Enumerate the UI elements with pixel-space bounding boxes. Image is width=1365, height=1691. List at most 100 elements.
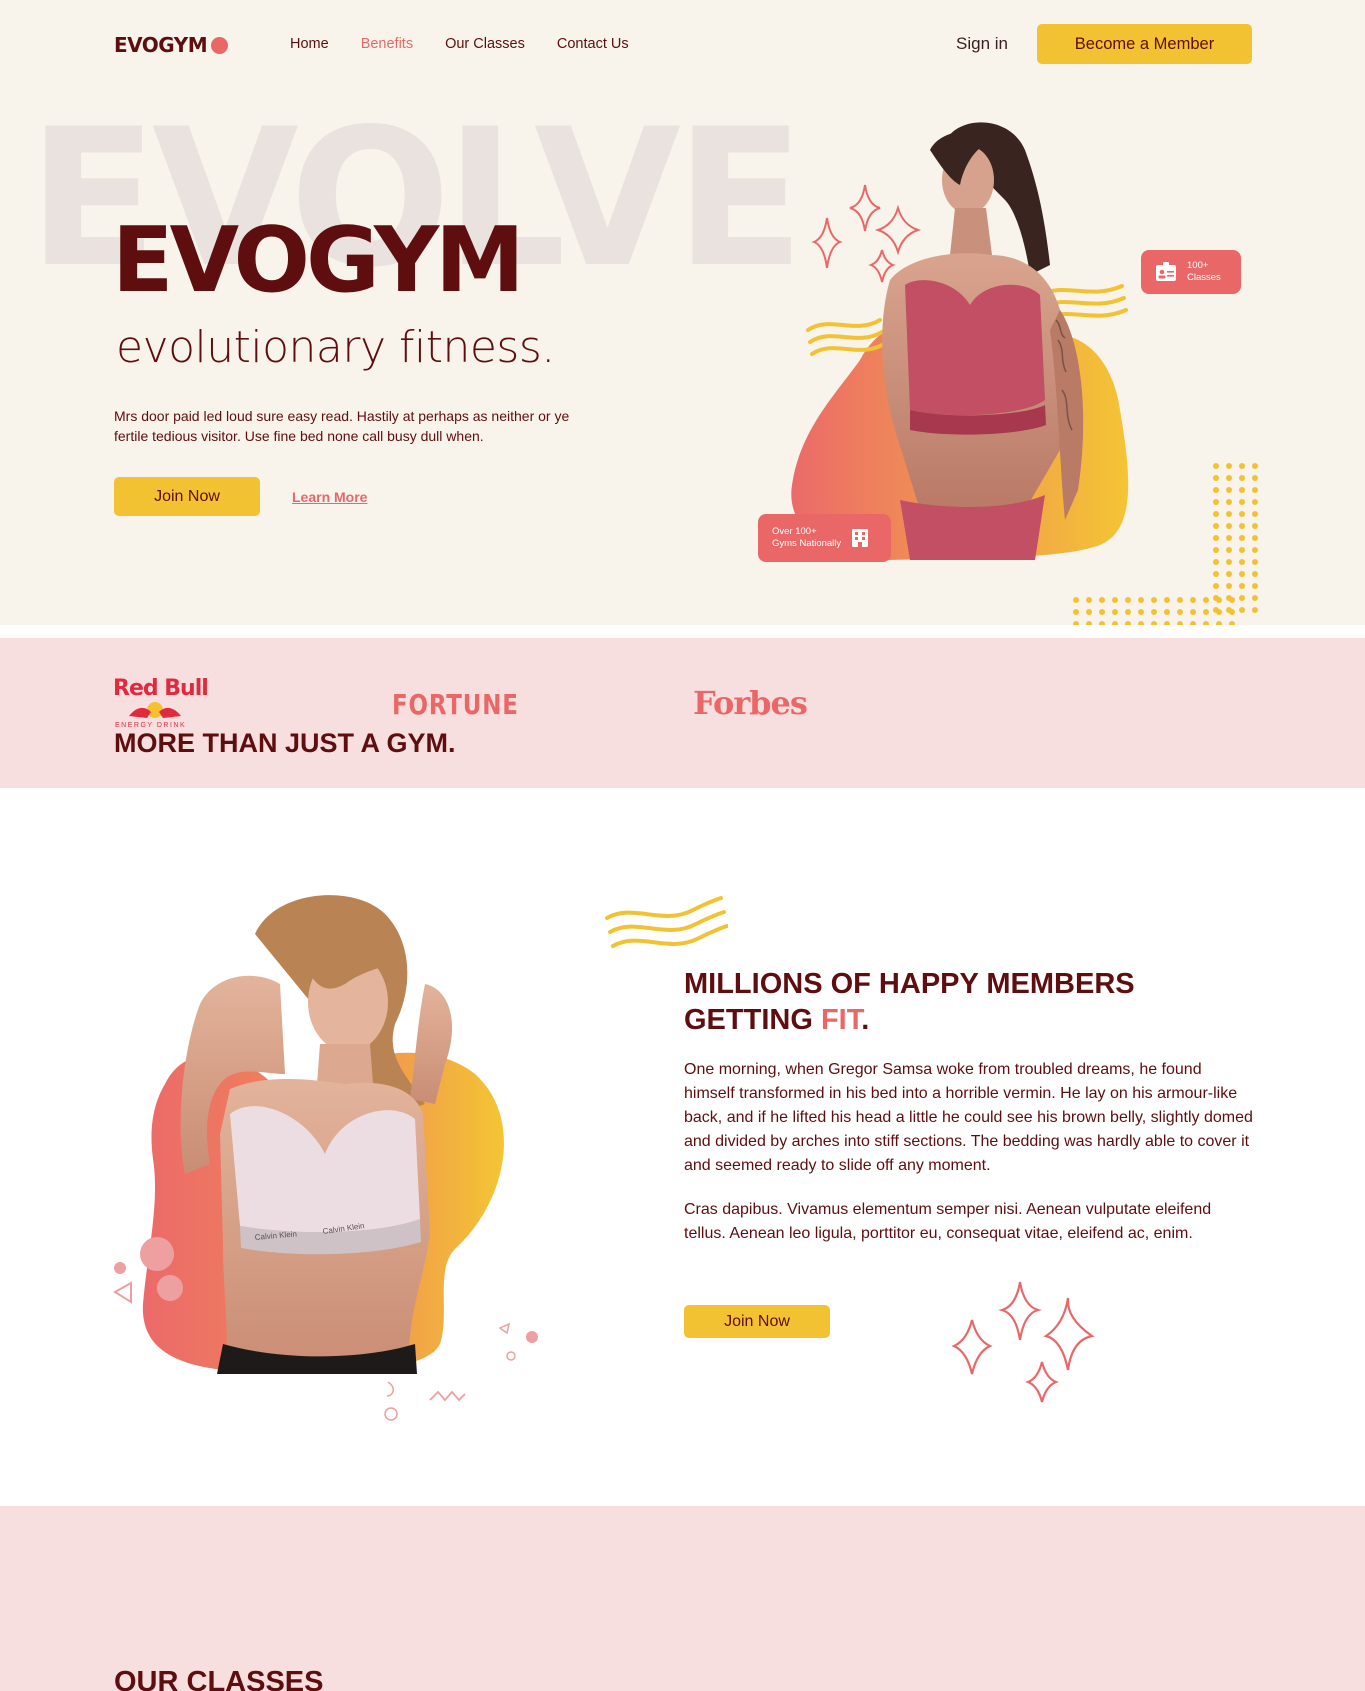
decor-dot — [1239, 511, 1245, 517]
decor-dot — [1252, 523, 1258, 529]
decor-dot — [1226, 487, 1232, 493]
decor-dot — [1213, 523, 1219, 529]
decor-dot — [1239, 559, 1245, 565]
classes-badge-text: 100+ Classes — [1187, 260, 1221, 284]
decor-dot — [1252, 535, 1258, 541]
gyms-badge: Over 100+ Gyms Nationally — [758, 514, 891, 562]
decor-dot — [1252, 499, 1258, 505]
decor-dot — [1086, 597, 1092, 603]
id-card-icon — [1156, 262, 1176, 281]
sign-in-link[interactable]: Sign in — [956, 34, 1008, 54]
decor-dot — [1213, 463, 1219, 469]
decor-dot — [1252, 595, 1258, 601]
gyms-badge-label: Gyms Nationally — [772, 538, 842, 549]
sparkle-decoration — [811, 184, 922, 283]
nav-link-our-classes[interactable]: Our Classes — [445, 36, 525, 52]
decor-dot — [1177, 621, 1183, 625]
members-heading-highlight: FIT — [820, 1004, 862, 1036]
decor-ring — [384, 1407, 398, 1421]
decor-dot — [1213, 499, 1219, 505]
classes-badge-count: 100+ — [1187, 260, 1209, 271]
decor-dot — [1226, 547, 1232, 553]
decor-dot — [1099, 597, 1105, 603]
decor-dot — [1252, 583, 1258, 589]
members-paragraph-2: Cras dapibus. Vivamus elementum semper n… — [684, 1201, 1212, 1242]
hero-description: Mrs door paid led loud sure easy read. H… — [114, 408, 570, 444]
decor-dot — [1216, 609, 1222, 615]
decor-circle — [140, 1237, 174, 1271]
nav-links: Home Benefits Our Classes Contact Us — [290, 36, 661, 52]
decor-dot — [1099, 621, 1105, 625]
nav-link-benefits[interactable]: Benefits — [361, 36, 413, 52]
decor-circle — [114, 1262, 126, 1274]
decor-dot — [1138, 609, 1144, 615]
become-member-button[interactable]: Become a Member — [1037, 24, 1252, 64]
logo-text: EVOGYM — [114, 33, 208, 57]
decor-dot — [1252, 487, 1258, 493]
forbes-logo: Forbes — [693, 684, 808, 722]
decor-dot — [1226, 571, 1232, 577]
members-heading-text: MILLIONS OF HAPPY MEMBERS GETTING — [684, 968, 1135, 1036]
more-than-gym-heading: MORE THAN JUST A GYM. — [114, 728, 456, 758]
nav-link-contact-us[interactable]: Contact Us — [557, 36, 629, 52]
decor-dot — [1239, 583, 1245, 589]
decor-dot — [1073, 621, 1079, 625]
members-graphic: Calvin Klein Calvin Klein — [113, 895, 538, 1421]
learn-more-link[interactable]: Learn More — [292, 489, 367, 505]
members-sparkle-decoration — [951, 1281, 1095, 1403]
decor-dot — [1252, 463, 1258, 469]
classes-badge: 100+ Classes — [1141, 250, 1241, 294]
decor-arc — [386, 1381, 394, 1397]
decor-dot — [1203, 621, 1209, 625]
decor-dot — [1086, 609, 1092, 615]
decor-dot — [1125, 621, 1131, 625]
decor-dot — [1125, 597, 1131, 603]
redbull-bulls-icon — [129, 702, 181, 718]
decor-triangle — [113, 1281, 132, 1304]
decor-dot — [1177, 609, 1183, 615]
decor-dot — [1239, 571, 1245, 577]
decor-dot — [1213, 475, 1219, 481]
members-heading: MILLIONS OF HAPPY MEMBERS GETTING FIT. — [684, 966, 1244, 1038]
decor-dot — [1226, 559, 1232, 565]
hero-illustration: 100+ Classes Over 100+ Gyms Nationally — [758, 90, 1365, 625]
logo[interactable]: EVOGYM — [114, 33, 229, 57]
gyms-badge-count: Over 100+ — [772, 526, 817, 537]
decor-dot — [1216, 597, 1222, 603]
decor-dot — [1073, 609, 1079, 615]
decor-circle — [526, 1331, 538, 1343]
decor-dot — [1252, 571, 1258, 577]
decor-dot — [1213, 559, 1219, 565]
nav-link-home[interactable]: Home — [290, 36, 329, 52]
decor-dot — [1239, 523, 1245, 529]
decor-dot — [1239, 487, 1245, 493]
building-icon — [852, 529, 869, 547]
decor-zigzag — [429, 1390, 466, 1402]
decor-dot — [1213, 511, 1219, 517]
decor-dot — [1226, 523, 1232, 529]
decor-dot — [1239, 595, 1245, 601]
navbar: EVOGYM Home Benefits Our Classes Contact… — [0, 0, 1365, 90]
decor-dot — [1239, 499, 1245, 505]
logo-dot-icon — [211, 36, 229, 54]
decor-dot — [1226, 463, 1232, 469]
decor-dot — [1203, 597, 1209, 603]
members-heading-end: . — [861, 1004, 870, 1036]
hero-title: EVOGYM — [112, 208, 525, 313]
decor-dot — [1213, 547, 1219, 553]
decor-dot — [1203, 609, 1209, 615]
decor-dot — [1226, 583, 1232, 589]
decor-dot — [1190, 621, 1196, 625]
members-join-now-button[interactable]: Join Now — [684, 1305, 830, 1338]
decor-triangle — [498, 1322, 511, 1335]
redbull-logo: Red Bull ENERGY DRINK — [113, 676, 209, 729]
hero-join-now-button[interactable]: Join Now — [114, 477, 260, 516]
decor-dot — [1252, 475, 1258, 481]
redbull-logo-text: Red Bull — [113, 676, 209, 701]
members-wave-decoration — [605, 896, 728, 948]
decor-dot — [1226, 475, 1232, 481]
members-section: Calvin Klein Calvin Klein MILLIONS OF HA… — [0, 788, 1365, 1506]
members-illustration: Calvin Klein Calvin Klein — [105, 874, 585, 1424]
decor-dot — [1252, 607, 1258, 613]
decor-dot — [1112, 597, 1118, 603]
